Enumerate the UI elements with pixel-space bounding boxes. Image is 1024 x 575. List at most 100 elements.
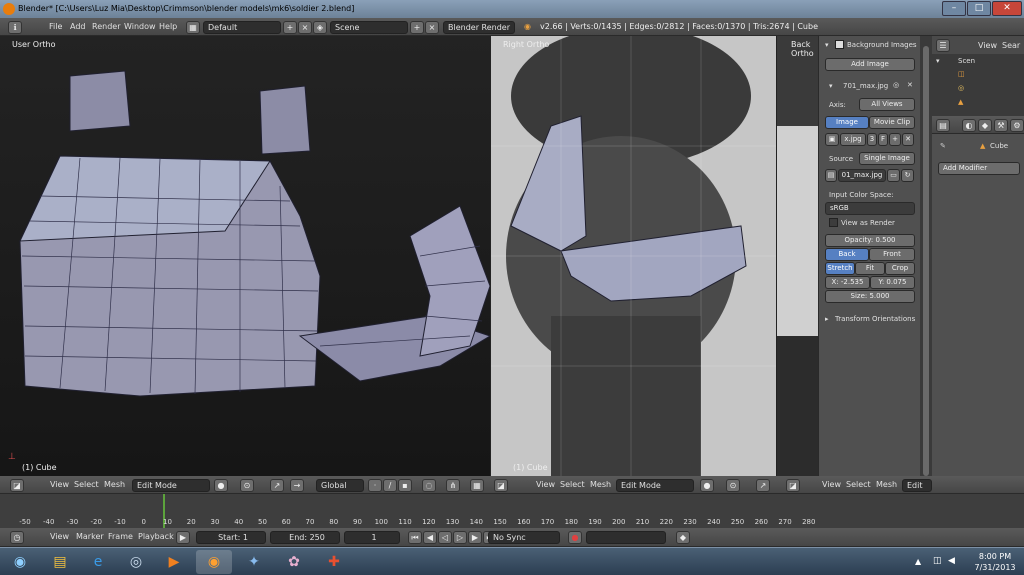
- fit-toggle[interactable]: Fit: [855, 262, 885, 275]
- transform-orientations-header[interactable]: Transform Orientations: [835, 315, 915, 323]
- 3d-view-editor-icon-2[interactable]: ◪: [494, 479, 508, 492]
- lamp-icon[interactable]: ◎: [958, 84, 964, 92]
- next-keyframe-icon[interactable]: ▶: [468, 531, 482, 544]
- image-expand-icon[interactable]: ▾: [829, 82, 833, 90]
- reload-icon[interactable]: ↻: [901, 169, 914, 182]
- manipulator-icon[interactable]: ↗: [270, 479, 284, 492]
- menu-file[interactable]: File: [49, 21, 62, 34]
- close-button[interactable]: ✕: [992, 1, 1022, 16]
- new-image-button[interactable]: +: [889, 133, 901, 146]
- viewport-shading-icon[interactable]: ●: [214, 479, 228, 492]
- outliner-search-menu[interactable]: Sear: [1002, 40, 1020, 53]
- view-as-render-checkbox[interactable]: [829, 218, 838, 227]
- select-menu[interactable]: Select: [74, 479, 99, 492]
- mesh-menu-3[interactable]: Mesh: [876, 479, 897, 492]
- size-field[interactable]: Size: 5.000: [825, 290, 915, 303]
- start-frame-field[interactable]: Start: 1: [196, 531, 266, 544]
- jump-start-icon[interactable]: ⏮: [408, 531, 422, 544]
- front-toggle[interactable]: Front: [869, 248, 915, 261]
- 3d-view-editor-icon[interactable]: ◪: [10, 479, 24, 492]
- tab-movie-clip[interactable]: Movie Clip: [869, 116, 915, 129]
- prev-keyframe-icon[interactable]: ◀: [423, 531, 437, 544]
- mesh-object-icon[interactable]: ▲: [958, 98, 963, 106]
- remove-image-icon[interactable]: ✕: [907, 81, 913, 89]
- camera-icon[interactable]: ◫: [958, 70, 965, 78]
- play-icon[interactable]: ▷: [453, 531, 467, 544]
- add-image-button[interactable]: Add Image: [825, 58, 915, 71]
- render-preview-icon[interactable]: ▦: [470, 479, 484, 492]
- play-reverse-icon[interactable]: ◁: [438, 531, 452, 544]
- preview-range-icon[interactable]: ▶: [176, 531, 190, 544]
- mode-select-3[interactable]: Edit: [902, 479, 932, 492]
- insert-keyframe-icon[interactable]: ◆: [676, 531, 690, 544]
- crop-toggle[interactable]: Crop: [885, 262, 915, 275]
- render-tab-icon[interactable]: ◐: [962, 119, 976, 132]
- tab-image[interactable]: Image: [825, 116, 869, 129]
- outliner-view-menu[interactable]: View: [978, 40, 997, 53]
- clock-date[interactable]: 7/31/2013: [970, 563, 1020, 572]
- background-images-checkbox[interactable]: [835, 40, 844, 49]
- panel-scrollbar[interactable]: [920, 36, 932, 476]
- mode-select[interactable]: Edit Mode: [132, 479, 210, 492]
- pivot-point-icon-2[interactable]: ⊙: [726, 479, 740, 492]
- view-menu[interactable]: View: [50, 479, 69, 492]
- view-menu-3[interactable]: View: [822, 479, 841, 492]
- pin-icon[interactable]: ✎: [940, 142, 946, 150]
- offset-x-field[interactable]: X: -2.535: [825, 276, 870, 289]
- explorer-icon[interactable]: ▤: [42, 550, 78, 574]
- timeline-editor-icon[interactable]: ◷: [10, 531, 24, 544]
- blender-taskbar-icon[interactable]: ◉: [196, 550, 232, 574]
- minimize-button[interactable]: –: [942, 1, 966, 16]
- scene-icon[interactable]: ◈: [313, 21, 327, 34]
- timeline-marker-menu[interactable]: Marker: [76, 531, 104, 544]
- source-select[interactable]: Single Image: [859, 152, 915, 165]
- outliner-editor-icon[interactable]: ☰: [936, 39, 950, 52]
- info-editor-icon[interactable]: ℹ: [8, 21, 22, 34]
- opacity-slider[interactable]: Opacity: 0.500: [825, 234, 915, 247]
- timeline-frame-menu[interactable]: Frame: [108, 531, 133, 544]
- menu-help[interactable]: Help: [159, 21, 177, 34]
- stretch-toggle[interactable]: Stretch: [825, 262, 855, 275]
- mesh-menu-2[interactable]: Mesh: [590, 479, 611, 492]
- fake-user-button[interactable]: F: [878, 133, 888, 146]
- constraint-tab-icon[interactable]: ⚒: [994, 119, 1008, 132]
- sync-mode-select[interactable]: No Sync: [488, 531, 560, 544]
- eye-icon[interactable]: ◎: [893, 81, 899, 89]
- properties-editor-icon[interactable]: ▤: [936, 119, 950, 132]
- keying-set-field[interactable]: [586, 531, 666, 544]
- app2-icon[interactable]: ✚: [316, 550, 352, 574]
- vertex-select-icon[interactable]: ·: [368, 479, 382, 492]
- back-toggle[interactable]: Back: [825, 248, 869, 261]
- modifier-tab-icon[interactable]: ⚙: [1010, 119, 1024, 132]
- pivot-point-icon[interactable]: ⊙: [240, 479, 254, 492]
- viewport-back-ortho[interactable]: Back Ortho: [776, 36, 818, 476]
- select-menu-2[interactable]: Select: [560, 479, 585, 492]
- paint-icon[interactable]: ✿: [276, 550, 312, 574]
- volume-icon[interactable]: ◀: [948, 556, 955, 566]
- image-browse-icon[interactable]: ▣: [825, 133, 839, 146]
- unlink-image-button[interactable]: ✕: [902, 133, 914, 146]
- image-file-field[interactable]: x.jpg: [840, 133, 866, 146]
- mesh-menu[interactable]: Mesh: [104, 479, 125, 492]
- remove-scene-button[interactable]: ×: [425, 21, 439, 34]
- color-space-select[interactable]: sRGB: [825, 202, 915, 215]
- add-scene-button[interactable]: +: [410, 21, 424, 34]
- snap-icon[interactable]: ⋔: [446, 479, 460, 492]
- offset-y-field[interactable]: Y: 0.075: [870, 276, 915, 289]
- current-frame-field[interactable]: 1: [344, 531, 400, 544]
- viewport-shading-icon-2[interactable]: ●: [700, 479, 714, 492]
- timeline-area[interactable]: -50 -40 -30 -20 -10 0 10 20 30 40 50 60 70 80 90 100 110…: [0, 494, 1024, 528]
- browse-file-icon[interactable]: ▭: [887, 169, 900, 182]
- render-engine-select[interactable]: Blender Render: [443, 21, 515, 34]
- transform-orientation-select[interactable]: Global: [316, 479, 364, 492]
- tray-arrow-icon[interactable]: ▲: [915, 557, 921, 566]
- image-users-count[interactable]: 3: [867, 133, 877, 146]
- proportional-edit-icon[interactable]: ◌: [422, 479, 436, 492]
- scene-select[interactable]: Scene: [330, 21, 408, 34]
- screen-layout-icon[interactable]: ▦: [186, 21, 200, 34]
- media-icon[interactable]: ▶: [156, 550, 192, 574]
- remove-layout-button[interactable]: ×: [298, 21, 312, 34]
- layout-select[interactable]: Default: [203, 21, 281, 34]
- outliner-scene-item[interactable]: Scen: [958, 57, 975, 65]
- object-tab-icon[interactable]: ◆: [978, 119, 992, 132]
